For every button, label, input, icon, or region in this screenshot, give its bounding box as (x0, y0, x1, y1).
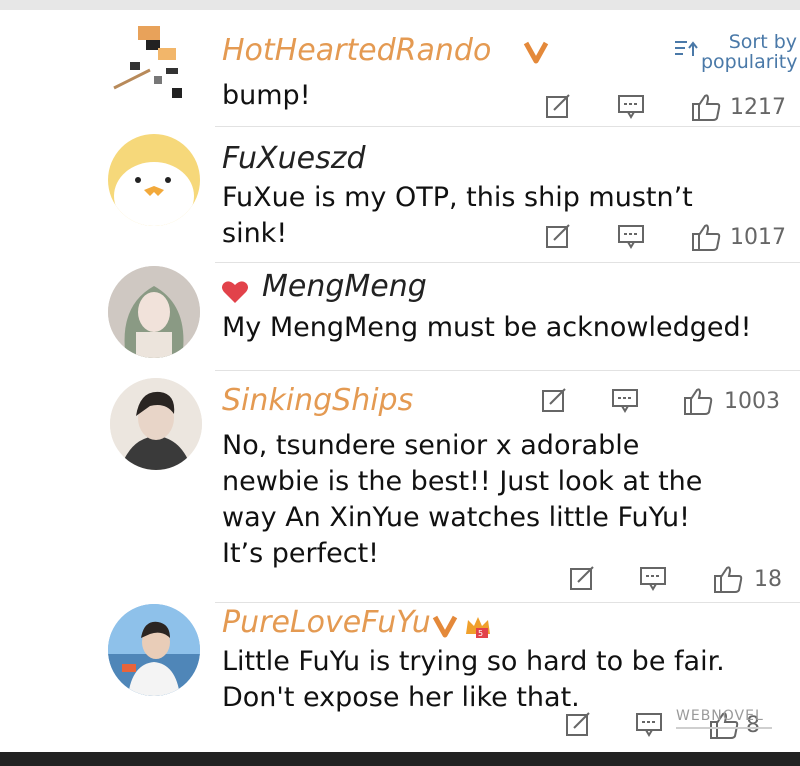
bottom-edge (0, 752, 800, 766)
reply-icon[interactable] (544, 92, 572, 120)
comment-actions: 1017 (540, 222, 790, 254)
like-count: 1217 (730, 95, 786, 120)
top-edge (0, 0, 800, 10)
comment-actions: 18 (564, 564, 794, 596)
comment-icon[interactable] (638, 564, 668, 592)
avatar[interactable] (110, 378, 202, 470)
reply-icon[interactable] (564, 710, 592, 738)
sort-label: Sort by popularity (701, 31, 798, 73)
username[interactable]: MengMeng (262, 268, 427, 306)
thumbs-up-icon[interactable] (690, 92, 722, 122)
reply-icon[interactable] (540, 386, 568, 414)
comment-icon[interactable] (616, 222, 646, 250)
avatar[interactable] (108, 134, 200, 226)
watermark: WEBNOVEL (676, 708, 764, 724)
reply-icon[interactable] (544, 222, 572, 250)
svg-text:5: 5 (478, 629, 483, 638)
reply-icon[interactable] (568, 564, 596, 592)
comment-text: Little FuYu is trying so hard to be fair… (222, 646, 725, 713)
sort-icon (673, 38, 699, 64)
thumbs-up-icon[interactable] (690, 222, 722, 252)
divider (215, 602, 800, 603)
like-count: 1003 (724, 389, 780, 414)
like-count: 18 (754, 567, 782, 592)
divider (215, 262, 800, 263)
comment-icon[interactable] (610, 386, 640, 414)
sort-by-popularity-button[interactable]: Sort by popularity (673, 31, 798, 76)
username[interactable]: FuXueszd (222, 140, 366, 178)
username[interactable]: PureLoveFuYu (222, 604, 431, 642)
comment-actions: 1217 (540, 92, 790, 124)
username[interactable]: SinkingShips (222, 382, 413, 420)
comment-icon[interactable] (616, 92, 646, 120)
crown-badge: 5 (464, 614, 490, 638)
thumbs-up-icon[interactable] (682, 386, 714, 416)
comment-text: bump! (222, 80, 311, 111)
comment-text: No, tsundere senior x adorable newbie is… (222, 430, 703, 569)
heart-icon (220, 279, 250, 309)
vip-v-badge (432, 614, 458, 642)
avatar[interactable] (108, 604, 200, 696)
avatar[interactable] (110, 18, 202, 110)
divider (215, 126, 800, 127)
vip-v-badge (523, 40, 549, 68)
divider (215, 370, 800, 371)
like-count: 1017 (730, 225, 786, 250)
comment-icon[interactable] (634, 710, 664, 738)
comment-actions-top: 1003 (536, 386, 786, 418)
watermark-underline (676, 727, 772, 729)
thumbs-up-icon[interactable] (712, 564, 744, 594)
avatar[interactable] (108, 266, 200, 358)
comment-text: My MengMeng must be acknowledged! (222, 312, 752, 343)
username[interactable]: HotHeartedRando (222, 32, 491, 70)
